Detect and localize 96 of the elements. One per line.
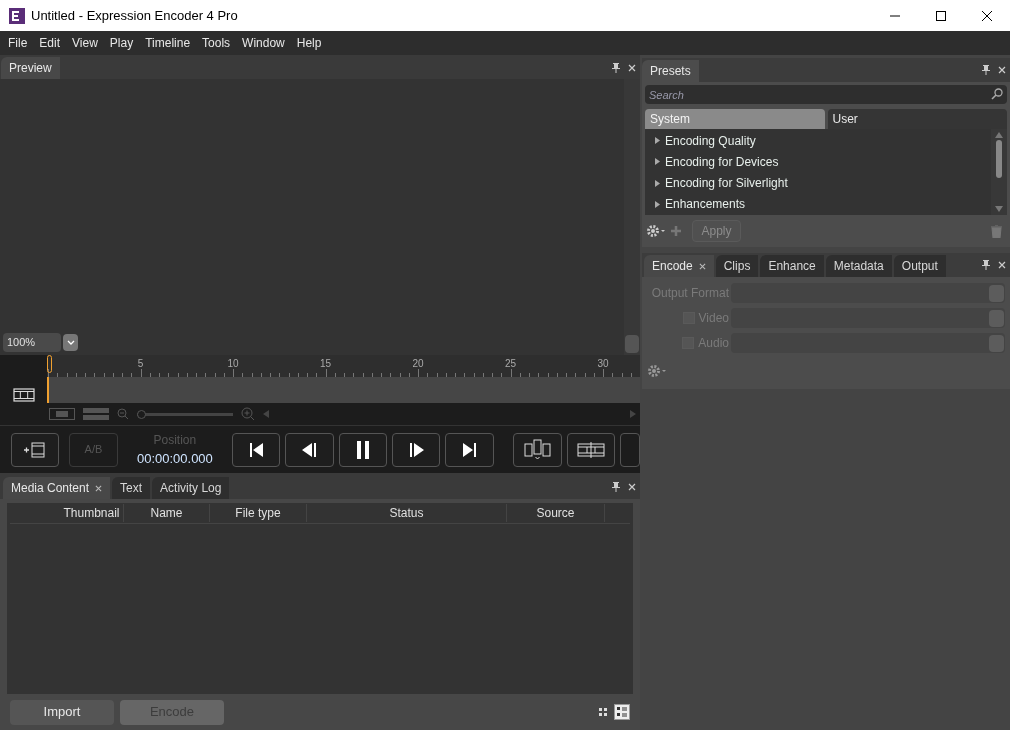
pin-icon[interactable] xyxy=(612,63,620,73)
panel-tab[interactable]: Encode xyxy=(644,255,714,277)
pause-icon xyxy=(355,440,370,459)
go-to-start-button[interactable] xyxy=(232,432,281,467)
split-clip-button[interactable] xyxy=(513,432,562,467)
panel-tab[interactable]: Enhance xyxy=(760,255,824,277)
expand-arrow-icon xyxy=(655,137,660,145)
column-header[interactable]: File type xyxy=(210,504,307,522)
column-header[interactable]: Source xyxy=(507,504,605,522)
panel-tab[interactable]: Activity Log xyxy=(152,477,230,499)
scrollbar-thumb[interactable] xyxy=(996,140,1002,178)
trim-clip-button[interactable] xyxy=(566,432,615,467)
dropdown-field[interactable] xyxy=(731,283,1005,303)
panel-tab[interactable]: Clips xyxy=(715,255,759,277)
menu-item[interactable]: View xyxy=(66,34,104,52)
ruler-label: 30 xyxy=(597,357,609,371)
pin-icon[interactable] xyxy=(982,260,990,270)
zoom-out-icon[interactable] xyxy=(117,408,129,420)
menu-item[interactable]: File xyxy=(2,34,34,52)
film-strip-icon xyxy=(576,441,605,458)
panel-tab[interactable]: Text xyxy=(112,477,151,499)
panel-tab[interactable]: Output xyxy=(893,255,946,277)
track-height-icon[interactable] xyxy=(83,408,109,420)
menu-item[interactable]: Edit xyxy=(33,34,67,52)
step-forward-icon xyxy=(407,441,426,458)
film-frames-icon xyxy=(523,438,552,461)
column-header[interactable]: Name xyxy=(124,504,210,522)
go-to-end-button[interactable] xyxy=(445,432,494,467)
menu-item[interactable]: Timeline xyxy=(139,34,197,52)
preset-category[interactable]: Enhancements xyxy=(645,193,991,215)
maximize-icon xyxy=(936,10,946,21)
settings-icon[interactable] xyxy=(647,364,667,378)
film-frame-icon[interactable] xyxy=(49,408,75,420)
column-header[interactable]: Thumbnail xyxy=(60,504,124,522)
panel-tab[interactable]: Metadata xyxy=(825,255,892,277)
pause-button[interactable] xyxy=(338,432,388,467)
close-icon xyxy=(982,10,992,21)
playhead[interactable] xyxy=(47,355,52,373)
details-view-icon[interactable] xyxy=(614,704,630,720)
close-icon[interactable] xyxy=(998,261,1006,269)
pin-icon[interactable] xyxy=(612,482,620,492)
scroll-down-icon[interactable] xyxy=(995,206,1003,212)
close-icon[interactable] xyxy=(95,484,103,492)
search-field[interactable]: Search xyxy=(645,85,1007,104)
dropdown-field[interactable] xyxy=(731,308,1005,328)
preset-tab[interactable]: User xyxy=(827,109,1007,129)
menu-item[interactable]: Help xyxy=(290,34,328,52)
add-film-icon xyxy=(23,441,48,458)
step-back-icon xyxy=(300,441,319,458)
expand-arrow-icon xyxy=(655,179,660,187)
transport-button[interactable] xyxy=(619,432,640,467)
column-header[interactable]: Status xyxy=(307,504,507,522)
menu-item[interactable]: Play xyxy=(103,34,140,52)
expand-arrow-icon xyxy=(655,158,660,166)
preset-category[interactable]: Encoding Quality xyxy=(645,130,991,152)
chevron-down-icon xyxy=(66,340,75,345)
ruler-label: 20 xyxy=(412,357,424,371)
position-time: 00:00:00.000 xyxy=(136,449,213,468)
settings-icon[interactable] xyxy=(646,224,666,238)
ruler-label: 15 xyxy=(319,357,332,371)
menu-item[interactable]: Window xyxy=(236,34,291,52)
vertical-scrollbar[interactable] xyxy=(624,79,640,355)
panel-tab[interactable]: Presets xyxy=(642,60,699,82)
previous-frame-button[interactable] xyxy=(285,432,334,467)
close-icon[interactable] xyxy=(698,262,706,270)
slider-thumb[interactable] xyxy=(137,409,146,419)
panel-tab[interactable]: Preview xyxy=(1,57,60,79)
zoom-dropdown[interactable]: 100% xyxy=(3,333,61,352)
dropdown-field[interactable] xyxy=(731,333,1005,353)
add-clip-button[interactable] xyxy=(11,432,60,467)
skip-back-icon xyxy=(248,441,265,458)
window-title: Untitled - Expression Encoder 4 Pro xyxy=(31,6,238,25)
skip-forward-icon xyxy=(461,441,478,458)
zoom-slider[interactable] xyxy=(137,409,233,419)
pin-icon[interactable] xyxy=(982,65,990,75)
thumbnail-view-icon[interactable] xyxy=(598,707,608,717)
ruler-label: 10 xyxy=(227,357,239,371)
scroll-up-icon[interactable] xyxy=(995,132,1003,138)
vertical-scrollbar[interactable] xyxy=(991,129,1007,215)
close-icon[interactable] xyxy=(998,66,1006,74)
close-icon[interactable] xyxy=(628,483,636,491)
ruler-label: 25 xyxy=(504,357,517,371)
ruler-label: 5 xyxy=(137,357,144,371)
search-icon[interactable] xyxy=(991,88,1003,100)
film-strip-icon xyxy=(12,388,35,402)
preset-category[interactable]: Encoding for Silverlight xyxy=(645,172,991,194)
menu-item[interactable]: Tools xyxy=(196,34,237,52)
dropdown-button[interactable] xyxy=(63,334,78,351)
panel-tab[interactable]: Media Content xyxy=(3,477,111,499)
action-button[interactable]: Import xyxy=(10,699,114,725)
next-frame-button[interactable] xyxy=(392,432,441,467)
close-icon[interactable] xyxy=(628,64,636,72)
preset-category[interactable]: Encoding for Devices xyxy=(645,151,991,173)
expand-arrow-icon xyxy=(655,200,660,208)
app-icon xyxy=(9,7,25,24)
position-label: Position xyxy=(153,431,197,449)
